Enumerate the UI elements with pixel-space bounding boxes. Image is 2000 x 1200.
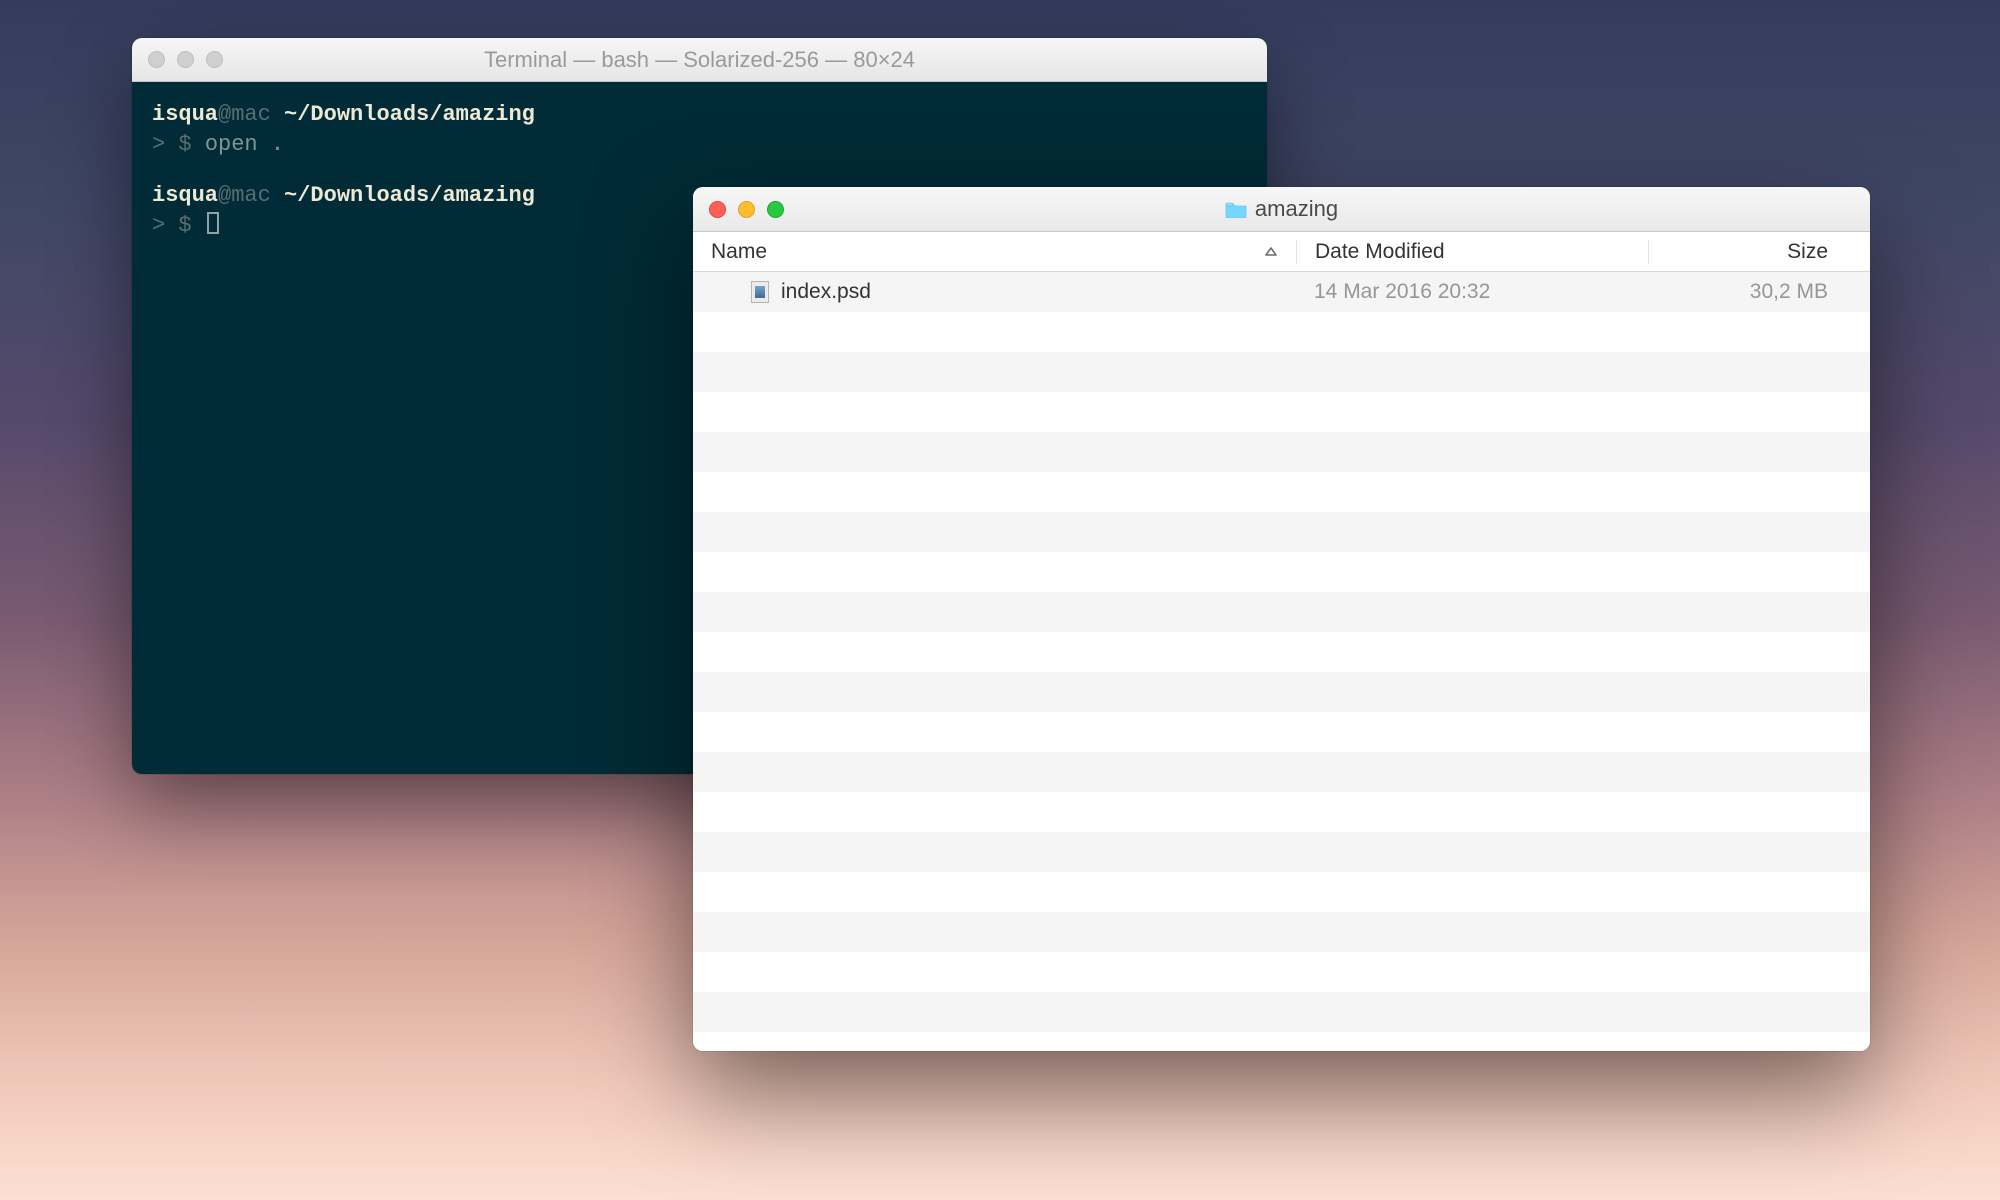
column-name-label: Name <box>711 240 767 264</box>
minimize-icon[interactable] <box>177 51 194 68</box>
terminal-line: > $ open . <box>152 130 1247 160</box>
column-header-size[interactable]: Size <box>1648 240 1858 264</box>
prompt-path: ~/Downloads/amazing <box>284 102 535 127</box>
prompt-at: @ <box>218 102 231 127</box>
empty-row <box>693 752 1870 792</box>
prompt-arrow: > <box>152 213 178 238</box>
empty-row <box>693 712 1870 752</box>
prompt-at: @ <box>218 183 231 208</box>
empty-row <box>693 472 1870 512</box>
empty-row <box>693 352 1870 392</box>
column-header-name[interactable]: Name <box>693 240 1296 264</box>
empty-row <box>693 432 1870 472</box>
finder-body[interactable]: index.psd 14 Mar 2016 20:32 30,2 MB <box>693 272 1870 1051</box>
terminal-titlebar[interactable]: Terminal — bash — Solarized-256 — 80×24 <box>132 38 1267 82</box>
blank-line <box>152 159 1247 181</box>
empty-row <box>693 1032 1870 1051</box>
empty-row <box>693 792 1870 832</box>
column-header-row: Name Date Modified Size <box>693 232 1870 272</box>
empty-row <box>693 632 1870 672</box>
column-date-label: Date Modified <box>1315 240 1445 263</box>
file-row[interactable]: index.psd 14 Mar 2016 20:32 30,2 MB <box>693 272 1870 312</box>
empty-row <box>693 992 1870 1032</box>
file-date: 14 Mar 2016 20:32 <box>1296 280 1648 304</box>
empty-row <box>693 872 1870 912</box>
file-name-cell: index.psd <box>693 280 1296 304</box>
prompt-host: mac <box>231 102 284 127</box>
file-size: 30,2 MB <box>1648 280 1858 304</box>
prompt-command: open . <box>205 132 284 157</box>
prompt-host: mac <box>231 183 284 208</box>
file-name: index.psd <box>781 280 871 304</box>
prompt-path: ~/Downloads/amazing <box>284 183 535 208</box>
empty-row <box>693 952 1870 992</box>
prompt-user: isqua <box>152 102 218 127</box>
prompt-dollar: $ <box>178 132 204 157</box>
close-icon[interactable] <box>148 51 165 68</box>
empty-row <box>693 312 1870 352</box>
empty-row <box>693 912 1870 952</box>
column-size-label: Size <box>1787 240 1828 263</box>
prompt-user: isqua <box>152 183 218 208</box>
psd-file-icon <box>751 281 769 303</box>
empty-row <box>693 672 1870 712</box>
finder-title-wrap: amazing <box>693 196 1870 222</box>
finder-titlebar[interactable]: amazing <box>693 187 1870 232</box>
empty-row <box>693 552 1870 592</box>
empty-row <box>693 392 1870 432</box>
traffic-lights <box>148 51 223 68</box>
sort-ascending-icon[interactable] <box>1264 247 1278 257</box>
empty-row <box>693 512 1870 552</box>
column-header-date[interactable]: Date Modified <box>1296 240 1648 264</box>
empty-row <box>693 592 1870 632</box>
maximize-icon[interactable] <box>206 51 223 68</box>
empty-row <box>693 832 1870 872</box>
finder-title: amazing <box>1255 196 1338 222</box>
terminal-title: Terminal — bash — Solarized-256 — 80×24 <box>132 47 1267 73</box>
terminal-line: isqua@mac ~/Downloads/amazing <box>152 100 1247 130</box>
prompt-dollar: $ <box>178 213 204 238</box>
cursor-icon <box>207 212 219 234</box>
folder-icon <box>1225 201 1247 218</box>
finder-window: amazing Name Date Modified Size index.ps… <box>693 187 1870 1051</box>
prompt-arrow: > <box>152 132 178 157</box>
